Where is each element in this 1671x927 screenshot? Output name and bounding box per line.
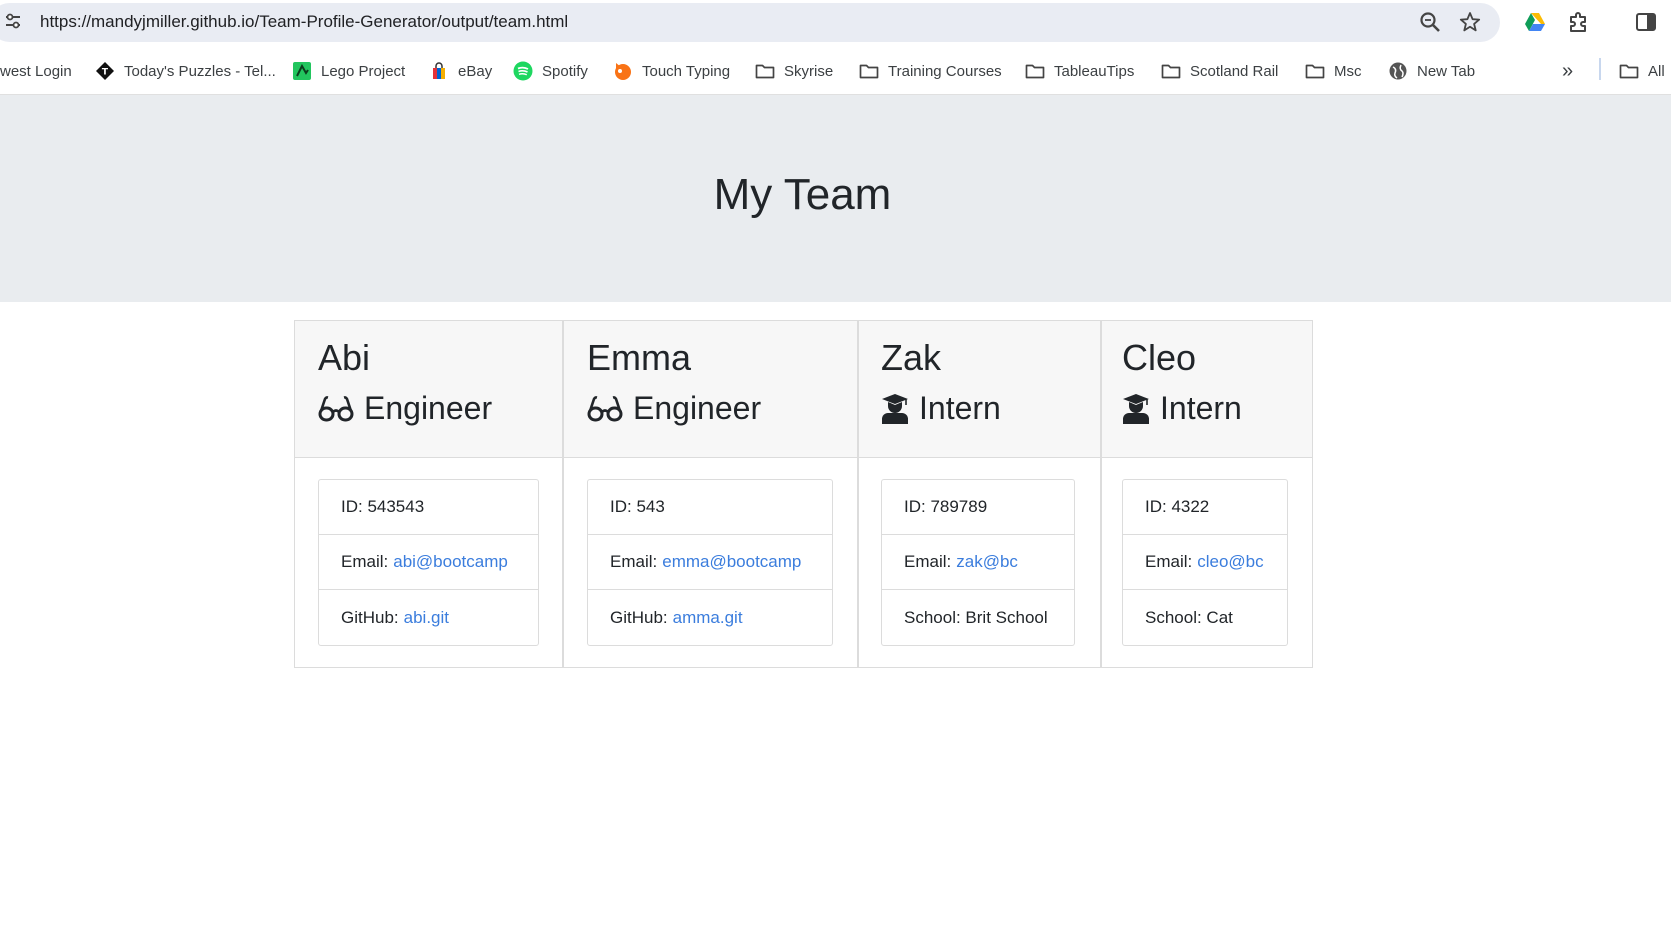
member-name: Cleo bbox=[1122, 337, 1197, 378]
bookmark-label: west Login bbox=[0, 62, 72, 80]
member-email-row: Email: emma@bootcamp bbox=[588, 535, 832, 590]
side-panel-icon[interactable] bbox=[1634, 10, 1658, 34]
member-role-label: Intern bbox=[1160, 390, 1242, 426]
member-details-list: ID: 543543 Email: abi@bootcamp GitHub: a… bbox=[318, 479, 539, 646]
bookmark-new-tab[interactable]: New Tab bbox=[1388, 60, 1475, 82]
email-label: Email: bbox=[610, 552, 658, 571]
bookmark-label: Training Courses bbox=[888, 62, 1002, 80]
zoom-icon[interactable] bbox=[1419, 11, 1441, 33]
bookmark-label: Msc bbox=[1334, 62, 1362, 80]
member-id: ID: 4322 bbox=[1123, 480, 1287, 535]
member-role-label: Engineer bbox=[364, 390, 493, 426]
glasses-icon bbox=[587, 395, 623, 421]
glasses-icon bbox=[318, 395, 354, 421]
member-details-list: ID: 789789 Email: zak@bc School: Brit Sc… bbox=[881, 479, 1075, 646]
bookmark-ebay[interactable]: eBay bbox=[429, 60, 492, 82]
shopping-bag-icon bbox=[429, 61, 449, 81]
page-title: My Team bbox=[713, 170, 892, 219]
folder-icon bbox=[1161, 61, 1181, 81]
bookmark-todays-puzzles[interactable]: T Today's Puzzles - Tel... bbox=[95, 60, 276, 82]
bookmark-touch-typing[interactable]: Touch Typing bbox=[613, 60, 730, 82]
member-email-row: Email: zak@bc bbox=[882, 535, 1074, 590]
bookmarks-overflow-button[interactable]: » bbox=[1562, 60, 1573, 82]
member-id: ID: 789789 bbox=[882, 480, 1074, 535]
email-label: Email: bbox=[904, 552, 952, 571]
folder-icon bbox=[755, 61, 775, 81]
folder-icon bbox=[859, 61, 879, 81]
bookmarks-bar: west Login T Today's Puzzles - Tel... Le… bbox=[0, 46, 1671, 95]
member-github-row: GitHub: abi.git bbox=[319, 590, 538, 645]
star-icon[interactable] bbox=[1459, 11, 1481, 33]
member-role: Intern bbox=[881, 390, 1001, 427]
bookmark-folder-scotland-rail[interactable]: Scotland Rail bbox=[1161, 60, 1278, 82]
url-text[interactable]: https://mandyjmiller.github.io/Team-Prof… bbox=[40, 12, 568, 32]
site-info-icon[interactable] bbox=[4, 12, 22, 30]
browser-toolbar: https://mandyjmiller.github.io/Team-Prof… bbox=[0, 0, 1671, 46]
member-role: Engineer bbox=[318, 390, 492, 427]
email-link[interactable]: zak@bc bbox=[956, 552, 1018, 572]
bookmark-label: Today's Puzzles - Tel... bbox=[124, 62, 276, 80]
bookmark-label: Lego Project bbox=[321, 62, 406, 80]
bookmark-label: eBay bbox=[458, 62, 493, 80]
bookmark-folder-tableautips[interactable]: TableauTips bbox=[1025, 60, 1134, 82]
bookmark-label: Spotify bbox=[542, 62, 588, 80]
bookmarks-separator bbox=[1599, 58, 1601, 80]
email-link[interactable]: abi@bootcamp bbox=[393, 552, 508, 572]
email-label: Email: bbox=[341, 552, 389, 571]
spotify-icon bbox=[513, 61, 533, 81]
bookmark-lego-project[interactable]: Lego Project bbox=[292, 60, 405, 82]
bookmark-folder-msc[interactable]: Msc bbox=[1305, 60, 1362, 82]
bookmark-label: Touch Typing bbox=[642, 62, 731, 80]
member-email-row: Email: cleo@bc bbox=[1123, 535, 1287, 590]
github-link[interactable]: amma.git bbox=[673, 608, 743, 628]
bookmark-folder-training-courses[interactable]: Training Courses bbox=[859, 60, 1002, 82]
chevron-double-right-icon: » bbox=[1562, 59, 1574, 82]
bookmark-label: All bbox=[1648, 62, 1665, 80]
bookmark-label: New Tab bbox=[1417, 62, 1476, 80]
bookmark-label: Scotland Rail bbox=[1190, 62, 1279, 80]
folder-icon bbox=[1305, 61, 1325, 81]
graduate-icon bbox=[1123, 393, 1149, 424]
member-details-list: ID: 4322 Email: cleo@bc School: Cat bbox=[1122, 479, 1288, 646]
member-role-label: Engineer bbox=[633, 390, 762, 426]
bookmark-folder-skyrise[interactable]: Skyrise bbox=[755, 60, 833, 82]
bookmark-spotify[interactable]: Spotify bbox=[513, 60, 588, 82]
folder-icon bbox=[1025, 61, 1045, 81]
globe-icon bbox=[1388, 61, 1408, 81]
email-link[interactable]: emma@bootcamp bbox=[662, 552, 801, 572]
extensions-icon[interactable] bbox=[1567, 10, 1591, 34]
email-link[interactable]: cleo@bc bbox=[1197, 552, 1263, 572]
google-drive-icon[interactable] bbox=[1523, 10, 1547, 34]
member-id: ID: 543 bbox=[588, 480, 832, 535]
folder-icon bbox=[1619, 61, 1639, 81]
svg-text:T: T bbox=[102, 68, 109, 78]
bookmark-west-login[interactable]: west Login bbox=[0, 60, 72, 82]
graduate-icon bbox=[882, 393, 908, 424]
member-name: Zak bbox=[881, 337, 942, 378]
puzzle-diamond-icon: T bbox=[95, 61, 115, 81]
member-role-label: Intern bbox=[919, 390, 1001, 426]
github-label: GitHub: bbox=[610, 607, 668, 627]
bookmark-folder-all[interactable]: All bbox=[1619, 60, 1665, 82]
github-label: GitHub: bbox=[341, 607, 399, 627]
email-label: Email: bbox=[1145, 552, 1193, 571]
member-details-list: ID: 543 Email: emma@bootcamp GitHub: amm… bbox=[587, 479, 833, 646]
member-github-row: GitHub: amma.git bbox=[588, 590, 832, 645]
member-school: School: Brit School bbox=[904, 607, 1048, 627]
green-page-icon bbox=[292, 61, 312, 81]
member-school: School: Cat bbox=[1145, 607, 1233, 627]
member-role: Engineer bbox=[587, 390, 761, 427]
bookmark-label: TableauTips bbox=[1054, 62, 1135, 80]
fox-icon bbox=[613, 61, 633, 81]
github-link[interactable]: abi.git bbox=[404, 608, 449, 628]
member-role: Intern bbox=[1122, 390, 1242, 427]
member-name: Emma bbox=[587, 337, 692, 378]
member-name: Abi bbox=[318, 337, 371, 378]
member-id: ID: 543543 bbox=[319, 480, 538, 535]
member-email-row: Email: abi@bootcamp bbox=[319, 535, 538, 590]
bookmark-label: Skyrise bbox=[784, 62, 834, 80]
